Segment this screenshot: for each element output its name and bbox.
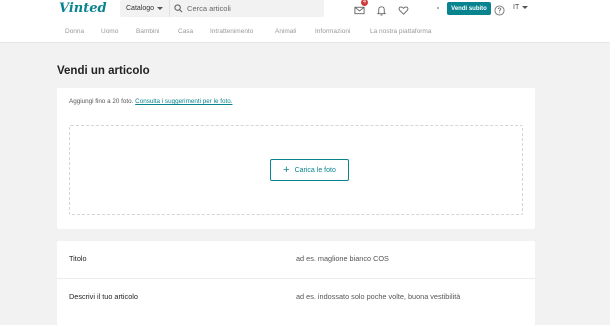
chevron-down-icon [522,6,529,9]
status-dot [437,7,439,9]
item-details-card: Titolo Descrivi il tuo articolo [57,241,535,325]
photo-dropzone[interactable]: + Carica le foto [69,125,523,215]
nav-item-la-nostra-piattaforma[interactable]: La nostra piattaforma [370,28,431,35]
search-bar: Catalogo [120,0,328,17]
category-nav: Donna Uomo Bambini Casa Intrattenimento … [0,21,610,43]
title-label: Titolo [69,254,87,263]
envelope-icon [354,6,365,15]
nav-item-casa[interactable]: Casa [178,28,193,35]
catalog-label: Catalogo [126,5,155,12]
language-label: IT [513,4,520,11]
sell-now-button[interactable]: Vendi subito [447,2,491,15]
nav-item-donna[interactable]: Donna [65,28,84,35]
catalog-dropdown[interactable]: Catalogo [120,0,171,17]
upload-photos-button[interactable]: + Carica le foto [270,159,349,181]
photo-tips-link[interactable]: Consulta i suggerimenti per le foto. [135,98,232,105]
heart-icon [398,6,409,15]
help-button[interactable] [494,3,505,16]
description-label: Descrivi il tuo articolo [69,292,138,301]
description-row: Descrivi il tuo articolo [57,279,535,317]
nav-item-animali[interactable]: Animali [275,28,296,35]
title-input[interactable] [296,250,526,266]
photo-upload-card: Aggiungi fino a 20 foto. Consulta i sugg… [57,88,535,229]
nav-item-informazioni[interactable]: Informazioni [315,28,350,35]
description-input[interactable] [296,288,526,304]
chevron-down-icon [157,7,164,10]
page-title: Vendi un articolo [57,65,150,77]
photo-hint-text: Aggiungi fino a 20 foto. [69,98,134,105]
upload-photos-label: Carica le foto [294,166,336,174]
title-row: Titolo [57,241,535,279]
vinted-logo[interactable]: Vinted [59,0,107,18]
photo-hint: Aggiungi fino a 20 foto. Consulta i sugg… [69,98,232,105]
top-header: Vinted Catalogo 4 Vendi sub [0,0,610,21]
plus-icon: + [283,164,290,176]
nav-item-bambini[interactable]: Bambini [136,28,159,35]
notifications-button[interactable] [376,3,387,16]
inbox-badge: 4 [361,0,368,6]
search-icon [174,4,183,13]
nav-item-intrattenimento[interactable]: Intrattenimento [210,28,253,35]
search-field [170,0,328,17]
favorites-button[interactable] [398,3,409,15]
inbox-button[interactable]: 4 [354,0,368,15]
nav-item-uomo[interactable]: Uomo [101,28,118,35]
bell-icon [376,6,387,16]
help-icon [494,5,505,16]
language-selector[interactable]: IT [513,4,529,11]
search-input[interactable] [187,4,328,13]
